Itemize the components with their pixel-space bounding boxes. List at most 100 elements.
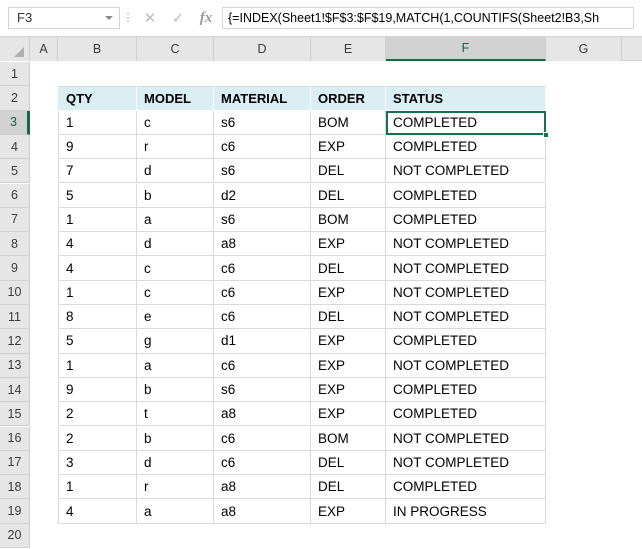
table-cell[interactable]: r	[137, 475, 214, 500]
row-header-4[interactable]: 4	[0, 134, 30, 160]
row-header-9[interactable]: 9	[0, 256, 30, 281]
table-cell[interactable]: s6	[214, 159, 311, 184]
table-cell[interactable]: 1	[58, 207, 137, 233]
row-header-20[interactable]: 20	[0, 523, 30, 548]
table-column-header[interactable]: MATERIAL	[214, 86, 311, 111]
table-cell[interactable]: c6	[214, 305, 311, 330]
row-header-10[interactable]: 10	[0, 280, 30, 305]
table-cell[interactable]: NOT COMPLETED	[386, 353, 546, 378]
row-header-1[interactable]: 1	[0, 62, 30, 87]
table-cell[interactable]: c6	[214, 134, 311, 160]
table-cell[interactable]: b	[137, 377, 214, 403]
table-cell[interactable]: COMPLETED	[386, 329, 546, 354]
table-cell[interactable]: COMPLETED	[386, 110, 546, 135]
table-cell[interactable]: a8	[214, 475, 311, 500]
table-cell[interactable]: d	[137, 159, 214, 184]
table-cell[interactable]: DEL	[311, 183, 386, 208]
formula-input[interactable]: {=INDEX(Sheet1!$F$3:$F$19,MATCH(1,COUNTI…	[222, 7, 634, 29]
table-cell[interactable]: 5	[58, 329, 137, 354]
row-header-18[interactable]: 18	[0, 475, 30, 500]
row-header-16[interactable]: 16	[0, 426, 30, 451]
table-cell[interactable]: 9	[58, 377, 137, 403]
table-cell[interactable]: NOT COMPLETED	[386, 256, 546, 281]
table-cell[interactable]: EXP	[311, 232, 386, 257]
table-cell[interactable]: 2	[58, 426, 137, 451]
table-cell[interactable]: NOT COMPLETED	[386, 305, 546, 330]
table-cell[interactable]: 2	[58, 402, 137, 427]
table-cell[interactable]: d2	[214, 183, 311, 208]
table-cell[interactable]: c	[137, 110, 214, 135]
row-header-14[interactable]: 14	[0, 377, 30, 403]
table-cell[interactable]: d	[137, 450, 214, 476]
table-cell[interactable]: a	[137, 499, 214, 524]
table-cell[interactable]: EXP	[311, 377, 386, 403]
table-cell[interactable]: c	[137, 256, 214, 281]
table-cell[interactable]: s6	[214, 207, 311, 233]
table-cell[interactable]: g	[137, 329, 214, 354]
row-header-12[interactable]: 12	[0, 329, 30, 354]
table-cell[interactable]: EXP	[311, 280, 386, 305]
column-header-g[interactable]: G	[546, 37, 622, 61]
table-cell[interactable]: b	[137, 183, 214, 208]
row-header-17[interactable]: 17	[0, 450, 30, 476]
column-header-b[interactable]: B	[58, 37, 137, 61]
table-cell[interactable]: e	[137, 305, 214, 330]
table-cell[interactable]: NOT COMPLETED	[386, 450, 546, 476]
table-cell[interactable]: BOM	[311, 207, 386, 233]
table-cell[interactable]: c6	[214, 256, 311, 281]
table-column-header[interactable]: STATUS	[386, 86, 546, 111]
table-cell[interactable]: COMPLETED	[386, 475, 546, 500]
table-cell[interactable]: c6	[214, 426, 311, 451]
row-header-5[interactable]: 5	[0, 159, 30, 184]
table-column-header[interactable]: MODEL	[137, 86, 214, 111]
table-cell[interactable]: 4	[58, 499, 137, 524]
row-header-19[interactable]: 19	[0, 499, 30, 524]
table-cell[interactable]: NOT COMPLETED	[386, 232, 546, 257]
table-cell[interactable]: COMPLETED	[386, 134, 546, 160]
table-column-header[interactable]: QTY	[58, 86, 137, 111]
table-cell[interactable]: DEL	[311, 159, 386, 184]
row-header-15[interactable]: 15	[0, 402, 30, 427]
row-header-13[interactable]: 13	[0, 353, 30, 378]
table-cell[interactable]: COMPLETED	[386, 402, 546, 427]
table-cell[interactable]: 4	[58, 256, 137, 281]
table-cell[interactable]: a8	[214, 232, 311, 257]
table-cell[interactable]: a8	[214, 499, 311, 524]
table-cell[interactable]: 1	[58, 110, 137, 135]
table-cell[interactable]: DEL	[311, 305, 386, 330]
column-header-f[interactable]: F	[386, 37, 546, 61]
table-cell[interactable]: IN PROGRESS	[386, 499, 546, 524]
table-cell[interactable]: c	[137, 280, 214, 305]
table-cell[interactable]: c6	[214, 280, 311, 305]
row-header-11[interactable]: 11	[0, 305, 30, 330]
table-cell[interactable]: 1	[58, 475, 137, 500]
table-cell[interactable]: c6	[214, 450, 311, 476]
column-header-a[interactable]: A	[30, 37, 58, 61]
close-icon[interactable]: ✕	[136, 7, 164, 29]
table-cell[interactable]: t	[137, 402, 214, 427]
table-cell[interactable]: 8	[58, 305, 137, 330]
column-header-e[interactable]: E	[311, 37, 386, 61]
row-header-3[interactable]: 3	[0, 110, 30, 135]
table-cell[interactable]: NOT COMPLETED	[386, 159, 546, 184]
row-header-7[interactable]: 7	[0, 207, 30, 233]
table-cell[interactable]: s6	[214, 377, 311, 403]
table-cell[interactable]: EXP	[311, 353, 386, 378]
table-cell[interactable]: 7	[58, 159, 137, 184]
table-cell[interactable]: EXP	[311, 329, 386, 354]
table-cell[interactable]: b	[137, 426, 214, 451]
table-cell[interactable]: DEL	[311, 450, 386, 476]
table-cell[interactable]: 3	[58, 450, 137, 476]
table-cell[interactable]: NOT COMPLETED	[386, 426, 546, 451]
table-cell[interactable]: 4	[58, 232, 137, 257]
table-cell[interactable]: NOT COMPLETED	[386, 280, 546, 305]
table-cell[interactable]: 5	[58, 183, 137, 208]
table-cell[interactable]: d1	[214, 329, 311, 354]
table-cell[interactable]: a	[137, 207, 214, 233]
table-cell[interactable]: a8	[214, 402, 311, 427]
table-cell[interactable]: 1	[58, 280, 137, 305]
table-cell[interactable]: COMPLETED	[386, 377, 546, 403]
column-header-c[interactable]: C	[137, 37, 214, 61]
table-cell[interactable]: EXP	[311, 134, 386, 160]
table-column-header[interactable]: ORDER	[311, 86, 386, 111]
